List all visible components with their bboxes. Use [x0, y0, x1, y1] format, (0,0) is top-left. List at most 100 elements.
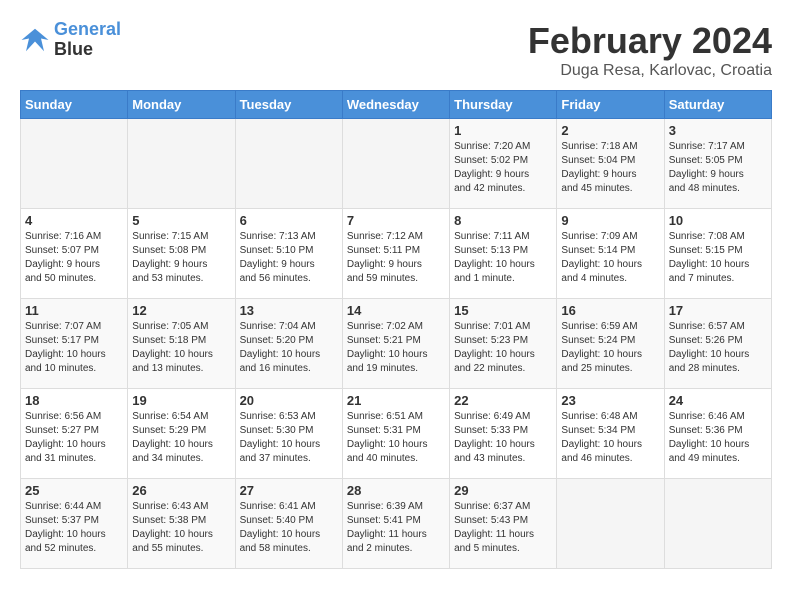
calendar-cell: 28 Sunrise: 6:39 AMSunset: 5:41 PMDayligh…	[342, 479, 449, 569]
calendar-cell: 8 Sunrise: 7:11 AMSunset: 5:13 PMDaylight…	[450, 209, 557, 299]
day-number: 10	[669, 213, 767, 228]
title-section: February 2024 Duga Resa, Karlovac, Croat…	[528, 20, 772, 80]
day-info: Sunrise: 7:05 AMSunset: 5:18 PMDaylight:…	[132, 320, 230, 376]
calendar-cell: 20Sunrise: 6:53 AMSunset: 5:30 PMDayligh…	[235, 389, 342, 479]
day-info: Sunrise: 6:49 AMSunset: 5:33 PMDaylight:…	[454, 410, 552, 466]
calendar-cell: 7 Sunrise: 7:12 AMSunset: 5:11 PMDaylight…	[342, 209, 449, 299]
day-info: Sunrise: 7:04 AMSunset: 5:20 PMDaylight:…	[240, 320, 338, 376]
day-info: Sunrise: 7:11 AMSunset: 5:13 PMDaylight:…	[454, 230, 552, 286]
calendar-cell: 27Sunrise: 6:41 AMSunset: 5:40 PMDayligh…	[235, 479, 342, 569]
day-info: Sunrise: 7:07 AMSunset: 5:17 PMDaylight:…	[25, 320, 123, 376]
page-header: GeneralBlue February 2024 Duga Resa, Kar…	[20, 20, 772, 80]
calendar-cell: 3 Sunrise: 7:17 AMSunset: 5:05 PMDaylight…	[664, 119, 771, 209]
day-info: Sunrise: 6:46 AMSunset: 5:36 PMDaylight:…	[669, 410, 767, 466]
calendar-header-wednesday: Wednesday	[342, 91, 449, 119]
day-info: Sunrise: 7:15 AMSunset: 5:08 PMDaylight:…	[132, 230, 230, 286]
day-number: 24	[669, 393, 767, 408]
day-info: Sunrise: 6:44 AMSunset: 5:37 PMDaylight:…	[25, 500, 123, 556]
calendar-cell: 22 Sunrise: 6:49 AMSunset: 5:33 PMDayligh…	[450, 389, 557, 479]
day-number: 20	[240, 393, 338, 408]
day-info: Sunrise: 6:39 AMSunset: 5:41 PMDaylight:…	[347, 500, 445, 556]
calendar-cell	[664, 479, 771, 569]
calendar-cell: 2 Sunrise: 7:18 AMSunset: 5:04 PMDaylight…	[557, 119, 664, 209]
calendar-cell: 23Sunrise: 6:48 AMSunset: 5:34 PMDayligh…	[557, 389, 664, 479]
day-number: 29	[454, 483, 552, 498]
day-info: Sunrise: 6:59 AMSunset: 5:24 PMDaylight:…	[561, 320, 659, 376]
day-info: Sunrise: 7:17 AMSunset: 5:05 PMDaylight:…	[669, 140, 767, 196]
day-number: 19	[132, 393, 230, 408]
day-number: 4	[25, 213, 123, 228]
calendar-cell: 24 Sunrise: 6:46 AMSunset: 5:36 PMDayligh…	[664, 389, 771, 479]
day-number: 26	[132, 483, 230, 498]
day-number: 6	[240, 213, 338, 228]
day-number: 12	[132, 303, 230, 318]
calendar-table: SundayMondayTuesdayWednesdayThursdayFrid…	[20, 90, 772, 569]
calendar-cell: 10 Sunrise: 7:08 AMSunset: 5:15 PMDayligh…	[664, 209, 771, 299]
calendar-week-row: 25 Sunrise: 6:44 AMSunset: 5:37 PMDayligh…	[21, 479, 772, 569]
calendar-cell	[557, 479, 664, 569]
day-info: Sunrise: 6:43 AMSunset: 5:38 PMDaylight:…	[132, 500, 230, 556]
day-info: Sunrise: 7:13 AMSunset: 5:10 PMDaylight:…	[240, 230, 338, 286]
day-number: 18	[25, 393, 123, 408]
calendar-cell: 12 Sunrise: 7:05 AMSunset: 5:18 PMDayligh…	[128, 299, 235, 389]
logo: GeneralBlue	[20, 20, 121, 60]
calendar-cell: 5Sunrise: 7:15 AMSunset: 5:08 PMDaylight…	[128, 209, 235, 299]
day-info: Sunrise: 7:20 AMSunset: 5:02 PMDaylight:…	[454, 140, 552, 196]
day-number: 15	[454, 303, 552, 318]
day-number: 7	[347, 213, 445, 228]
day-info: Sunrise: 7:01 AMSunset: 5:23 PMDaylight:…	[454, 320, 552, 376]
day-info: Sunrise: 7:02 AMSunset: 5:21 PMDaylight:…	[347, 320, 445, 376]
calendar-cell: 1 Sunrise: 7:20 AMSunset: 5:02 PMDaylight…	[450, 119, 557, 209]
day-number: 25	[25, 483, 123, 498]
calendar-header-monday: Monday	[128, 91, 235, 119]
calendar-cell: 19 Sunrise: 6:54 AMSunset: 5:29 PMDayligh…	[128, 389, 235, 479]
day-number: 16	[561, 303, 659, 318]
day-info: Sunrise: 6:37 AMSunset: 5:43 PMDaylight:…	[454, 500, 552, 556]
calendar-cell: 16 Sunrise: 6:59 AMSunset: 5:24 PMDayligh…	[557, 299, 664, 389]
day-info: Sunrise: 7:16 AMSunset: 5:07 PMDaylight:…	[25, 230, 123, 286]
calendar-cell: 14 Sunrise: 7:02 AMSunset: 5:21 PMDayligh…	[342, 299, 449, 389]
calendar-cell: 17Sunrise: 6:57 AMSunset: 5:26 PMDayligh…	[664, 299, 771, 389]
calendar-header-thursday: Thursday	[450, 91, 557, 119]
day-info: Sunrise: 7:12 AMSunset: 5:11 PMDaylight:…	[347, 230, 445, 286]
calendar-cell	[21, 119, 128, 209]
day-info: Sunrise: 6:57 AMSunset: 5:26 PMDaylight:…	[669, 320, 767, 376]
calendar-cell: 11 Sunrise: 7:07 AMSunset: 5:17 PMDayligh…	[21, 299, 128, 389]
calendar-cell: 18 Sunrise: 6:56 AMSunset: 5:27 PMDayligh…	[21, 389, 128, 479]
day-number: 8	[454, 213, 552, 228]
day-number: 3	[669, 123, 767, 138]
day-number: 28	[347, 483, 445, 498]
calendar-cell: 29 Sunrise: 6:37 AMSunset: 5:43 PMDayligh…	[450, 479, 557, 569]
calendar-header-saturday: Saturday	[664, 91, 771, 119]
logo-text: GeneralBlue	[54, 20, 121, 60]
calendar-cell: 4 Sunrise: 7:16 AMSunset: 5:07 PMDaylight…	[21, 209, 128, 299]
day-number: 27	[240, 483, 338, 498]
calendar-cell: 25 Sunrise: 6:44 AMSunset: 5:37 PMDayligh…	[21, 479, 128, 569]
calendar-cell	[342, 119, 449, 209]
day-number: 13	[240, 303, 338, 318]
calendar-header-sunday: Sunday	[21, 91, 128, 119]
day-number: 22	[454, 393, 552, 408]
day-info: Sunrise: 7:09 AMSunset: 5:14 PMDaylight:…	[561, 230, 659, 286]
calendar-header-row: SundayMondayTuesdayWednesdayThursdayFrid…	[21, 91, 772, 119]
day-info: Sunrise: 7:18 AMSunset: 5:04 PMDaylight:…	[561, 140, 659, 196]
calendar-cell: 15 Sunrise: 7:01 AMSunset: 5:23 PMDayligh…	[450, 299, 557, 389]
day-info: Sunrise: 7:08 AMSunset: 5:15 PMDaylight:…	[669, 230, 767, 286]
calendar-week-row: 4 Sunrise: 7:16 AMSunset: 5:07 PMDaylight…	[21, 209, 772, 299]
day-number: 9	[561, 213, 659, 228]
day-info: Sunrise: 6:54 AMSunset: 5:29 PMDaylight:…	[132, 410, 230, 466]
calendar-cell	[235, 119, 342, 209]
calendar-cell: 21Sunrise: 6:51 AMSunset: 5:31 PMDayligh…	[342, 389, 449, 479]
day-info: Sunrise: 6:56 AMSunset: 5:27 PMDaylight:…	[25, 410, 123, 466]
day-info: Sunrise: 6:48 AMSunset: 5:34 PMDaylight:…	[561, 410, 659, 466]
day-number: 1	[454, 123, 552, 138]
day-number: 14	[347, 303, 445, 318]
calendar-header-friday: Friday	[557, 91, 664, 119]
location-title: Duga Resa, Karlovac, Croatia	[528, 62, 772, 80]
day-info: Sunrise: 6:51 AMSunset: 5:31 PMDaylight:…	[347, 410, 445, 466]
calendar-cell: 26 Sunrise: 6:43 AMSunset: 5:38 PMDayligh…	[128, 479, 235, 569]
calendar-cell	[128, 119, 235, 209]
month-title: February 2024	[528, 20, 772, 62]
day-number: 2	[561, 123, 659, 138]
day-number: 11	[25, 303, 123, 318]
